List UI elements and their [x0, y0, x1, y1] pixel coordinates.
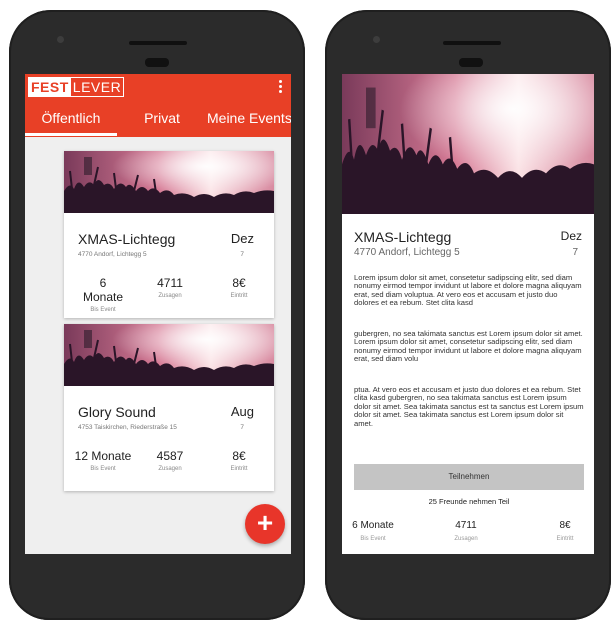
detail-title: XMAS-Lichtegg [354, 229, 452, 245]
tab-private[interactable]: Privat [117, 106, 207, 137]
phone-frame-list: FEST LEVER Öffentlich Privat Meine Event… [9, 10, 305, 620]
event-day: 7 [240, 251, 244, 258]
stat-value: 8€ [232, 276, 246, 290]
event-hero-image [342, 74, 594, 214]
event-card[interactable]: XMAS-Lichtegg 4770 Andorf, Lichtegg 5 De… [64, 151, 274, 318]
stat-value: 6 Monate [82, 276, 124, 304]
detail-month: Dez [560, 229, 582, 243]
join-button[interactable]: Teilnehmen [354, 464, 584, 490]
event-title: XMAS-Lichtegg [78, 231, 176, 247]
stat-label: Zusagen [454, 536, 478, 542]
event-address: 4770 Andorf, Lichtegg 5 [78, 251, 147, 258]
stat-label: Zusagen [158, 293, 182, 299]
camera-icon [373, 36, 380, 43]
event-card[interactable]: Glory Sound 4753 Taiskirchen, Riederstra… [64, 324, 274, 491]
stat-bis-event: 6 Monate Bis Event [78, 276, 128, 313]
event-image [64, 151, 274, 213]
stat-value: 8€ [559, 520, 571, 531]
stat-label: Bis Event [90, 466, 116, 472]
tab-public[interactable]: Öffentlich [25, 106, 117, 137]
stat-value: 12 Monate [74, 449, 132, 463]
logo-text-2: LEVER [72, 79, 122, 95]
stat-value: 4587 [156, 449, 184, 463]
detail-day: 7 [572, 247, 578, 258]
detail-address: 4770 Andorf, Lichtegg 5 [354, 247, 460, 258]
tab-my-events[interactable]: Meine Events [207, 106, 291, 137]
description-paragraph: Lorem ipsum dolor sit amet, consetetur s… [354, 273, 582, 308]
stat-label: Eintritt [230, 466, 248, 472]
logo-text-1: FEST [29, 78, 71, 96]
camera-icon [57, 36, 64, 43]
event-detail-screen: XMAS-Lichtegg 4770 Andorf, Lichtegg 5 De… [342, 74, 594, 554]
stat-eintritt: 8€ Eintritt [224, 276, 254, 299]
earpiece [129, 41, 187, 45]
speaker [145, 58, 169, 67]
stat-value: 8€ [232, 449, 246, 463]
stat-label: Eintritt [556, 536, 574, 542]
tab-bar: Öffentlich Privat Meine Events [25, 106, 291, 137]
stat-label: Bis Event [90, 307, 116, 313]
event-month: Aug [230, 404, 254, 419]
description-paragraph: ptua. At vero eos et accusam et justo du… [354, 385, 584, 428]
friends-count: 25 Freunde nehmen Teil [428, 497, 510, 506]
speaker [459, 58, 483, 67]
event-title: Glory Sound [78, 404, 156, 420]
stat-zusagen: 4711 Zusagen [446, 520, 486, 542]
stat-bis-event: 12 Monate Bis Event [74, 449, 132, 472]
event-address: 4753 Taiskirchen, Riederstraße 15 [78, 424, 177, 431]
stat-zusagen: 4711 Zusagen [152, 276, 188, 299]
stat-value: 6 Monate [352, 520, 394, 531]
stat-eintritt: 8€ Eintritt [224, 449, 254, 472]
event-list-screen: FEST LEVER Öffentlich Privat Meine Event… [25, 74, 291, 554]
add-event-button[interactable]: + [245, 504, 285, 544]
overflow-menu-icon[interactable] [279, 80, 283, 94]
event-image [64, 324, 274, 386]
stat-value: 4711 [455, 520, 477, 531]
stat-label: Eintritt [230, 293, 248, 299]
stat-eintritt: 8€ Eintritt [548, 520, 582, 542]
app-bar: FEST LEVER Öffentlich Privat Meine Event… [25, 74, 291, 137]
stat-zusagen: 4587 Zusagen [152, 449, 188, 472]
stat-label: Zusagen [158, 466, 182, 472]
stat-label: Bis Event [360, 536, 386, 542]
app-logo: FEST LEVER [28, 77, 125, 97]
stat-value: 4711 [157, 276, 183, 290]
event-day: 7 [240, 424, 244, 431]
event-month: Dez [230, 231, 254, 246]
description-paragraph: gubergren, no sea takimata sanctus est L… [354, 329, 583, 364]
phone-frame-detail: XMAS-Lichtegg 4770 Andorf, Lichtegg 5 De… [325, 10, 611, 620]
earpiece [443, 41, 501, 45]
stat-bis-event: 6 Monate Bis Event [348, 520, 398, 542]
